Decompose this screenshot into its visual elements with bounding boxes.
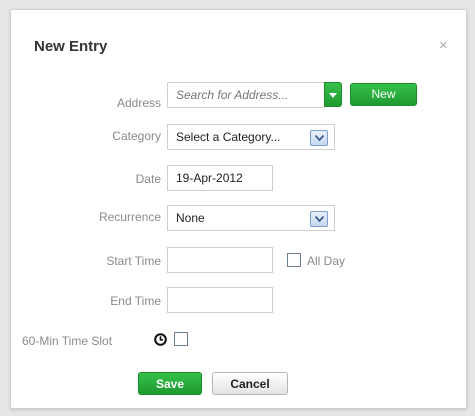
category-selected-value: Select a Category... <box>176 130 281 144</box>
clock-icon <box>154 333 167 351</box>
chevron-down-icon <box>310 211 328 227</box>
new-address-button[interactable]: New <box>350 83 417 106</box>
chevron-down-icon <box>310 130 328 146</box>
new-entry-dialog: New Entry × Address New Category Select … <box>10 9 467 409</box>
start-time-input[interactable] <box>167 247 273 273</box>
date-input[interactable]: 19-Apr-2012 <box>167 165 273 191</box>
category-select[interactable]: Select a Category... <box>167 124 335 150</box>
end-time-label: End Time <box>110 294 161 308</box>
close-icon[interactable]: × <box>439 38 448 53</box>
dialog-title: New Entry <box>34 38 108 55</box>
all-day-label: All Day <box>307 254 346 268</box>
category-label: Category <box>112 129 161 143</box>
start-time-label: Start Time <box>106 254 161 268</box>
address-label: Address <box>116 96 161 110</box>
save-button[interactable]: Save <box>138 372 202 395</box>
date-label: Date <box>135 172 161 186</box>
all-day-checkbox[interactable] <box>287 253 301 267</box>
time-slot-checkbox[interactable] <box>174 332 188 346</box>
end-time-input[interactable] <box>167 287 273 313</box>
address-search-input[interactable] <box>167 82 325 108</box>
caret-down-icon <box>329 93 337 98</box>
recurrence-select[interactable]: None <box>167 205 335 231</box>
recurrence-label: Recurrence <box>98 210 161 224</box>
time-slot-label: 60-Min Time Slot <box>22 334 113 348</box>
cancel-button[interactable]: Cancel <box>212 372 288 395</box>
address-dropdown-button[interactable] <box>324 82 342 107</box>
recurrence-selected-value: None <box>176 211 205 225</box>
